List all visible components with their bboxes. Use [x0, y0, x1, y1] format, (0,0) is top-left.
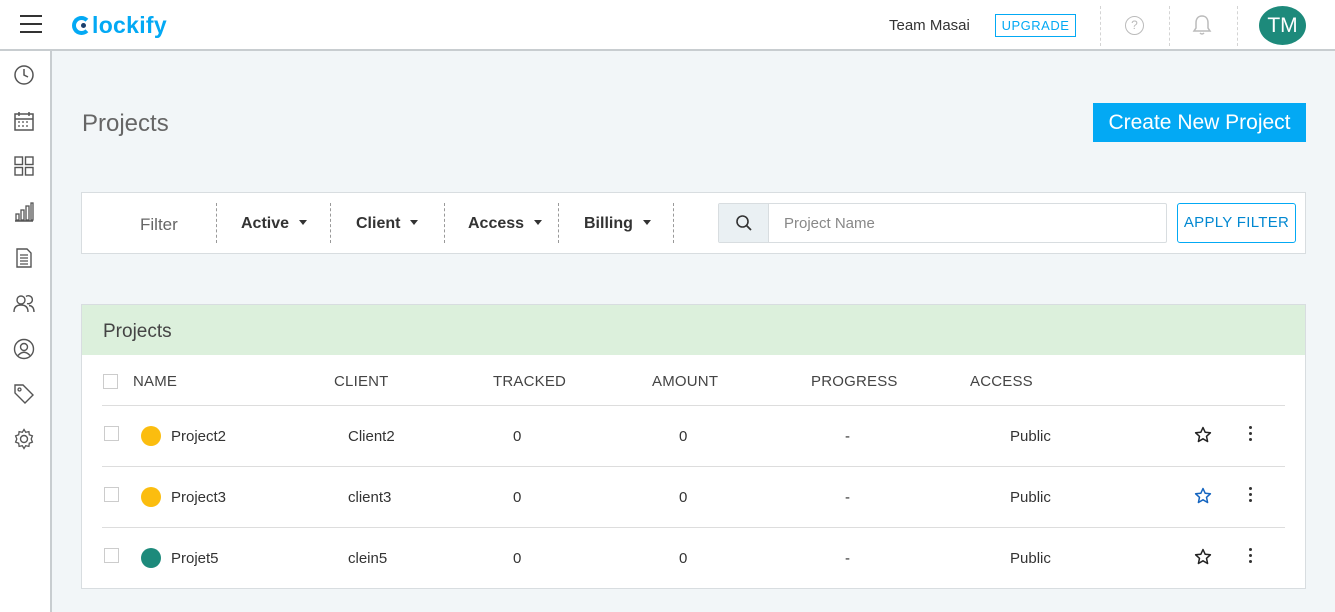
- project-search: [718, 203, 1167, 243]
- project-name[interactable]: Project2: [171, 428, 226, 445]
- more-options-icon[interactable]: [1247, 426, 1253, 446]
- filter-divider: [216, 203, 217, 243]
- project-tracked: 0: [513, 550, 522, 567]
- column-header-access[interactable]: ACCESS: [970, 373, 1033, 390]
- user-avatar[interactable]: TM: [1259, 6, 1306, 45]
- project-client: Client2: [348, 428, 395, 445]
- project-name[interactable]: Projet5: [171, 550, 219, 567]
- reports-icon[interactable]: [12, 200, 36, 224]
- filter-divider: [330, 203, 331, 243]
- column-header-progress[interactable]: PROGRESS: [811, 373, 898, 390]
- upgrade-button[interactable]: UPGRADE: [995, 14, 1076, 37]
- tags-icon[interactable]: [12, 382, 36, 406]
- filter-access-dropdown[interactable]: Access: [468, 215, 543, 233]
- column-header-client[interactable]: CLIENT: [334, 373, 389, 390]
- filter-active-dropdown[interactable]: Active: [241, 215, 308, 233]
- logo-c-icon: [72, 16, 91, 35]
- settings-icon[interactable]: [12, 427, 36, 451]
- menu-icon[interactable]: [20, 15, 42, 35]
- table-title: Projects: [103, 321, 172, 342]
- project-color-dot: [141, 548, 161, 568]
- header-divider: [1100, 6, 1101, 46]
- row-checkbox[interactable]: [104, 426, 119, 441]
- project-amount: 0: [679, 489, 688, 506]
- dashboard-icon[interactable]: [12, 154, 36, 178]
- table-row[interactable]: Project2 Client2 0 0 - Public: [102, 405, 1285, 466]
- filter-billing-dropdown[interactable]: Billing: [584, 215, 651, 233]
- project-name-input[interactable]: [769, 204, 1166, 242]
- workspace-name[interactable]: Team Masai: [889, 17, 970, 34]
- favorite-star-icon[interactable]: [1194, 426, 1212, 444]
- column-header-tracked[interactable]: TRACKED: [493, 373, 566, 390]
- project-tracked: 0: [513, 428, 522, 445]
- top-header: lockify Team Masai UPGRADE ? TM: [0, 0, 1335, 51]
- select-all-checkbox[interactable]: [103, 374, 118, 389]
- row-checkbox[interactable]: [104, 548, 119, 563]
- project-color-dot: [141, 426, 161, 446]
- header-divider: [1169, 6, 1170, 46]
- clock-icon[interactable]: [12, 63, 36, 87]
- favorite-star-icon[interactable]: [1194, 487, 1212, 505]
- filter-access-label: Access: [468, 215, 525, 232]
- project-tracked: 0: [513, 489, 522, 506]
- page-title: Projects: [82, 110, 169, 137]
- caret-down-icon: [642, 220, 651, 225]
- project-amount: 0: [679, 550, 688, 567]
- project-access: Public: [1010, 489, 1051, 506]
- caret-down-icon: [410, 220, 419, 225]
- filter-billing-label: Billing: [584, 215, 633, 232]
- caret-down-icon: [299, 220, 308, 225]
- apply-filter-button[interactable]: APPLY FILTER: [1177, 203, 1296, 243]
- filter-client-dropdown[interactable]: Client: [356, 215, 419, 233]
- projects-icon[interactable]: [12, 246, 36, 270]
- project-access: Public: [1010, 428, 1051, 445]
- team-icon[interactable]: [12, 291, 36, 315]
- sidebar: [0, 51, 52, 612]
- calendar-icon[interactable]: [12, 109, 36, 133]
- header-divider: [1237, 6, 1238, 46]
- project-progress: -: [845, 489, 850, 506]
- filter-divider: [673, 203, 674, 243]
- clockify-logo[interactable]: lockify: [72, 12, 167, 39]
- project-progress: -: [845, 428, 850, 445]
- project-client: clein5: [348, 550, 388, 567]
- more-options-icon[interactable]: [1247, 548, 1253, 568]
- project-amount: 0: [679, 428, 688, 445]
- column-header-amount[interactable]: AMOUNT: [652, 373, 718, 390]
- filter-client-label: Client: [356, 215, 401, 232]
- clients-icon[interactable]: [12, 337, 36, 361]
- more-options-icon[interactable]: [1247, 487, 1253, 507]
- project-name[interactable]: Project3: [171, 489, 226, 506]
- filter-active-label: Active: [241, 215, 290, 232]
- favorite-star-icon[interactable]: [1194, 548, 1212, 566]
- project-access: Public: [1010, 550, 1051, 567]
- table-row[interactable]: Project3 client3 0 0 - Public: [102, 466, 1285, 527]
- projects-table: Projects NAME CLIENT TRACKED AMOUNT PROG…: [81, 304, 1306, 589]
- filter-divider: [444, 203, 445, 243]
- column-header-name[interactable]: NAME: [133, 373, 177, 390]
- filter-bar: Filter Active Client Access Billing APPL…: [81, 192, 1306, 254]
- help-icon[interactable]: ?: [1125, 16, 1144, 35]
- project-progress: -: [845, 550, 850, 567]
- bell-icon[interactable]: [1192, 14, 1212, 36]
- create-new-project-button[interactable]: Create New Project: [1093, 103, 1306, 142]
- search-icon[interactable]: [719, 204, 769, 242]
- row-checkbox[interactable]: [104, 487, 119, 502]
- project-client: client3: [348, 489, 392, 506]
- caret-down-icon: [534, 220, 543, 225]
- filter-divider: [558, 203, 559, 243]
- table-title-band: Projects: [82, 305, 1305, 355]
- filter-label: Filter: [140, 215, 178, 234]
- project-color-dot: [141, 487, 161, 507]
- table-row[interactable]: Projet5 clein5 0 0 - Public: [102, 527, 1285, 588]
- logo-text: lockify: [92, 12, 167, 38]
